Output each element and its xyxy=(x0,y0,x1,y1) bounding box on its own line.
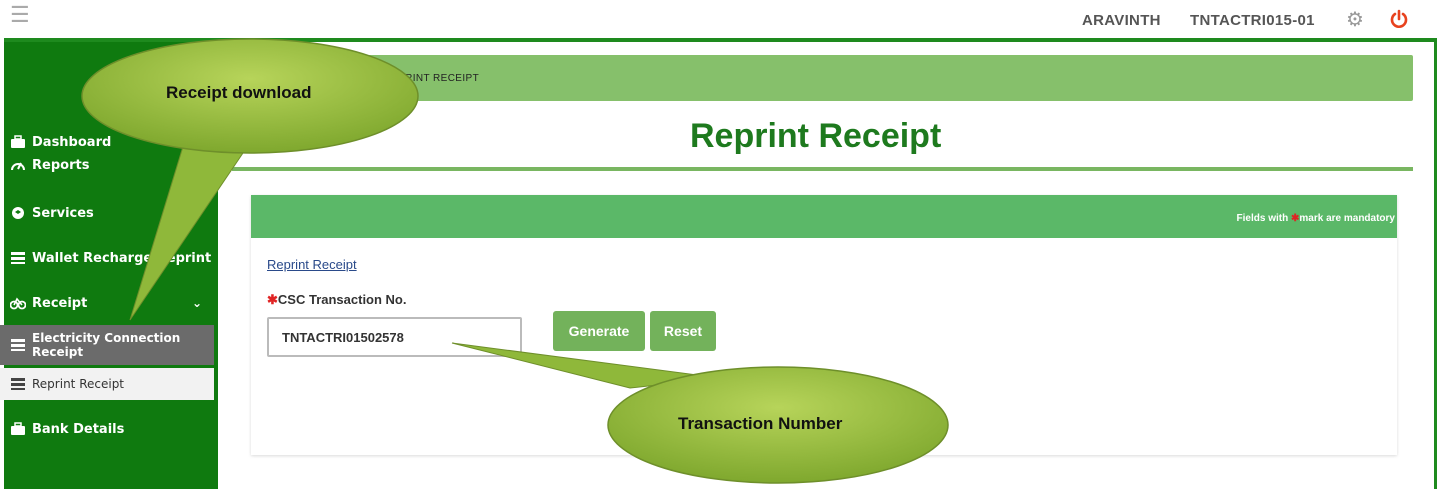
title-divider xyxy=(232,167,1413,171)
generate-button[interactable]: Generate xyxy=(553,311,645,351)
power-icon[interactable] xyxy=(1389,9,1409,29)
transaction-number-callout-text: Transaction Number xyxy=(678,414,843,433)
sidebar-item-label: Wallet Recharge Reprint xyxy=(32,250,212,266)
sidebar-item-services[interactable]: Services xyxy=(0,198,214,228)
sidebar-item-reprint-receipt[interactable]: Reprint Receipt xyxy=(0,368,214,400)
receipt-download-callout-text: Receipt download xyxy=(166,83,312,102)
briefcase-icon xyxy=(10,422,26,436)
user-id: TNTACTRI015-01 xyxy=(1190,12,1315,29)
sidebar-item-label: Receipt xyxy=(32,295,88,311)
bicycle-icon xyxy=(9,296,27,310)
csc-transaction-input[interactable] xyxy=(267,317,522,357)
mandatory-note: Fields with ✱mark are mandatory xyxy=(1237,213,1395,224)
sidebar-item-label: Reprint Receipt xyxy=(32,377,125,391)
sidebar-item-bank-details[interactable]: Bank Details xyxy=(0,414,214,444)
sidebar-item-wallet-recharge-reprint[interactable]: Wallet Recharge Reprint xyxy=(0,243,214,273)
mandatory-note-prefix: Fields with xyxy=(1236,213,1291,224)
list-icon xyxy=(10,377,26,391)
sidebar-item-label: Dashboard xyxy=(32,134,112,150)
csc-transaction-label-text: CSC Transaction No. xyxy=(277,292,407,307)
box-icon xyxy=(10,206,26,220)
sidebar-item-electricity-connection-receipt[interactable]: Electricity Connection Receipt xyxy=(0,325,214,365)
top-bar: ☰ ARAVINTH TNTACTRI015-01 ⚙ xyxy=(0,0,1437,38)
list-icon xyxy=(10,338,26,352)
sidebar-item-label: Bank Details xyxy=(32,421,125,437)
sidebar-item-label: Reports xyxy=(32,157,90,173)
reprint-receipt-link[interactable]: Reprint Receipt xyxy=(267,257,357,272)
form-panel-header xyxy=(251,195,1397,238)
csc-transaction-label: ✱CSC Transaction No. xyxy=(267,292,406,308)
breadcrumb: PRINT RECEIPT xyxy=(398,73,480,84)
reset-button[interactable]: Reset xyxy=(650,311,716,351)
sidebar-item-reports[interactable]: Reports xyxy=(0,150,214,180)
sidebar-item-label: Services xyxy=(32,205,94,221)
mandatory-note-suffix: mark are mandatory xyxy=(1299,213,1395,224)
speedometer-icon xyxy=(10,158,26,172)
sidebar-item-receipt[interactable]: Receipt ⌄ xyxy=(0,288,214,318)
page-title: Reprint Receipt xyxy=(690,117,942,155)
chevron-down-icon: ⌄ xyxy=(191,296,202,310)
asterisk-icon: ✱ xyxy=(267,292,278,307)
list-icon xyxy=(10,251,26,265)
user-name: ARAVINTH xyxy=(1082,12,1161,29)
sidebar-item-label: Electricity Connection Receipt xyxy=(32,331,181,359)
gear-icon[interactable]: ⚙ xyxy=(1346,7,1364,32)
briefcase-icon xyxy=(10,135,26,149)
hamburger-menu-icon[interactable]: ☰ xyxy=(10,4,30,26)
